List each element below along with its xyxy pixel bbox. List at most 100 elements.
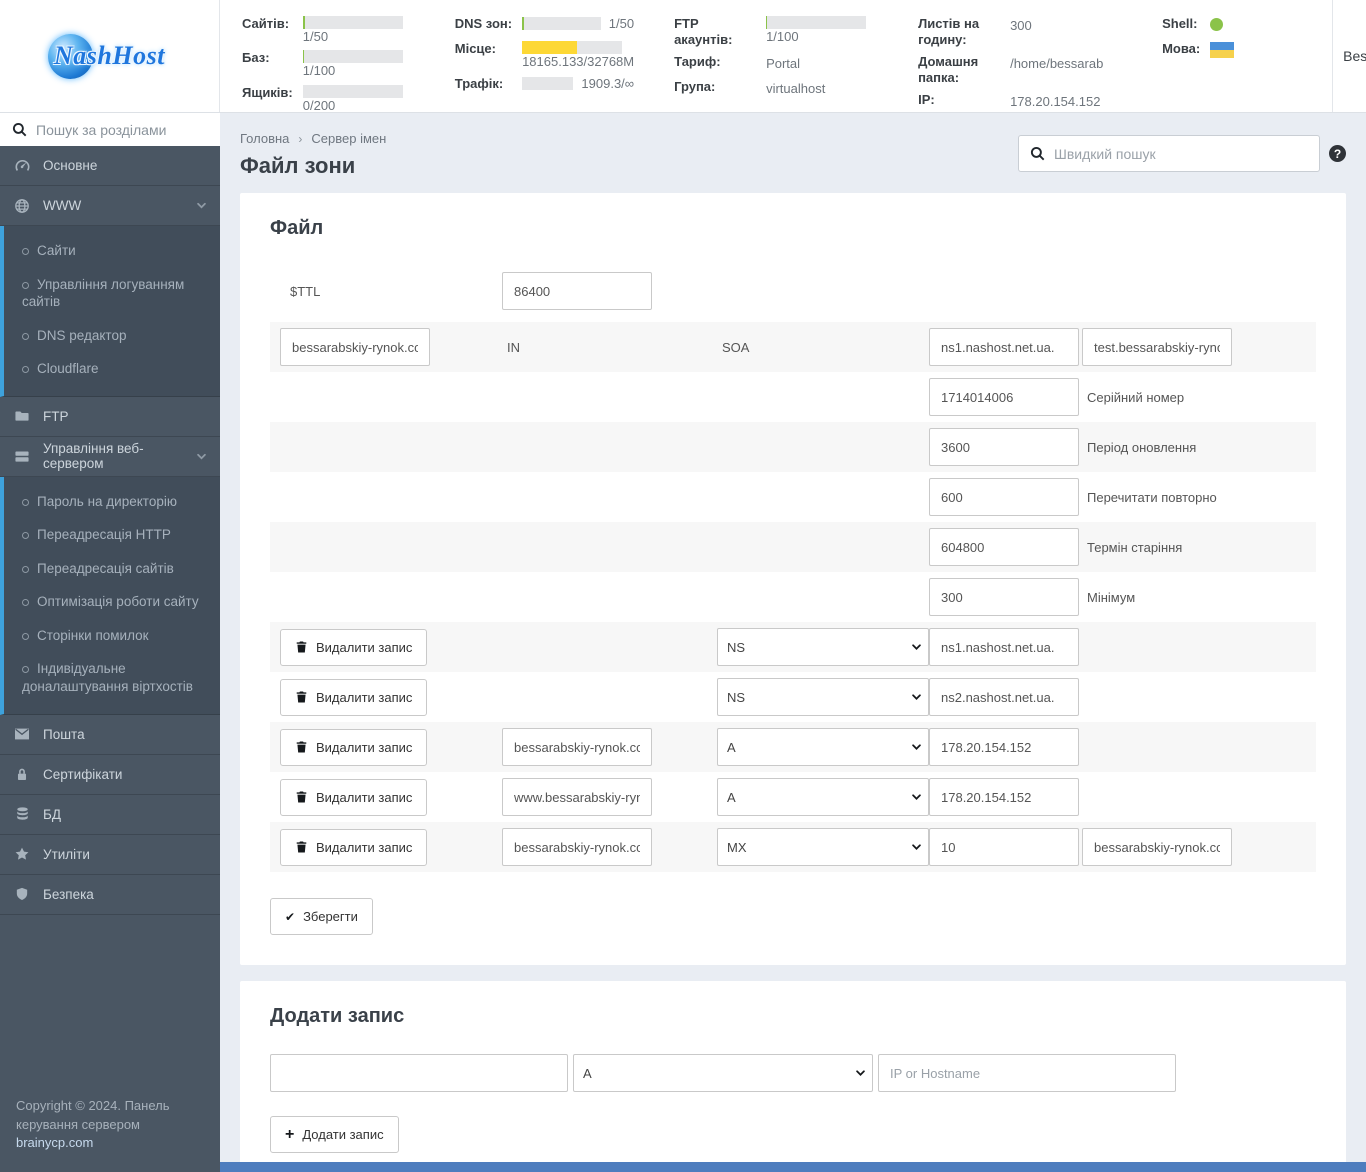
soa-param-input[interactable]: [929, 378, 1079, 416]
circle-bullet-icon: [22, 532, 29, 540]
record-extra-input[interactable]: [1082, 828, 1232, 866]
record-value-input[interactable]: [929, 628, 1079, 666]
soa-param-label: Мінімум: [1087, 589, 1136, 605]
delete-record-button[interactable]: Видалити запис: [280, 678, 428, 716]
record-value-input[interactable]: [929, 678, 1079, 716]
sidebar-item-security[interactable]: Безпека: [0, 875, 220, 915]
record-type-select[interactable]: NSAMX: [717, 728, 929, 766]
record-type-select[interactable]: NSAMX: [717, 678, 929, 716]
soa-admin-input[interactable]: [1082, 328, 1232, 366]
record-value-input[interactable]: [929, 828, 1079, 866]
progress-bar: [302, 84, 403, 98]
table-cell: Видалити запис: [280, 828, 502, 866]
circle-bullet-icon: [22, 632, 29, 640]
zone-record-row: Період оновлення: [270, 422, 1316, 472]
quick-search-input[interactable]: [1054, 145, 1308, 162]
stat-label: Shell:: [1162, 16, 1198, 31]
table-cell: [1082, 328, 1306, 366]
soa-name-input[interactable]: [280, 328, 430, 366]
sidebar-subitem[interactable]: Індивідуальне доналаштування віртхостів: [4, 652, 220, 703]
delete-record-button[interactable]: Видалити запис: [280, 778, 428, 816]
record-type-select[interactable]: NSAMX: [717, 628, 929, 666]
logo[interactable]: NashHost: [0, 0, 220, 112]
add-record-form: NSAMX: [270, 1054, 1316, 1092]
stat-label: Місце:: [454, 41, 496, 56]
new-record-name-input[interactable]: [270, 1054, 568, 1092]
horizontal-scrollbar[interactable]: [220, 1162, 1366, 1172]
table-cell: [1082, 828, 1306, 866]
record-name-input[interactable]: [502, 728, 652, 766]
soa-param-input[interactable]: [929, 528, 1079, 566]
sidebar-subitem[interactable]: Переадресація HTTP: [4, 518, 220, 552]
mail-icon: [13, 727, 31, 741]
sidebar-item-main[interactable]: Основне: [0, 146, 220, 186]
soa-param-label: Серійний номер: [1087, 389, 1185, 405]
soa-param-input[interactable]: [929, 428, 1079, 466]
sidebar-subitem[interactable]: Cloudflare: [4, 352, 220, 386]
sidebar-subitem[interactable]: Переадресація сайтів: [4, 552, 220, 586]
save-button[interactable]: ✔ Зберегти: [270, 898, 373, 935]
ttl-row: $TTL: [270, 266, 1316, 316]
sidebar-subitem[interactable]: Оптимізація роботи сайту: [4, 585, 220, 619]
soa-param-input[interactable]: [929, 478, 1079, 516]
record-type-select[interactable]: NSAMX: [717, 828, 929, 866]
record-value-input[interactable]: [929, 728, 1079, 766]
stat-label: FTP акаунтів:: [674, 16, 733, 47]
record-name-input[interactable]: [502, 778, 652, 816]
sidebar-item-label: Основне: [43, 158, 98, 173]
sidebar-subitem[interactable]: DNS редактор: [4, 319, 220, 353]
sidebar-item-db[interactable]: БД: [0, 795, 220, 835]
sidebar-item-ftp[interactable]: FTP: [0, 397, 220, 437]
help-icon[interactable]: ?: [1329, 145, 1346, 162]
stat-value: [1210, 41, 1322, 61]
sidebar-subitem[interactable]: Сторінки помилок: [4, 619, 220, 653]
ukraine-flag-icon[interactable]: [1210, 42, 1235, 58]
add-record-button[interactable]: + Додати запис: [270, 1116, 399, 1153]
soa-primary-ns-input[interactable]: [929, 328, 1079, 366]
ttl-input[interactable]: [502, 272, 652, 310]
table-cell: NSAMX: [717, 678, 929, 716]
new-record-type-select[interactable]: NSAMX: [573, 1054, 873, 1092]
sidebar-item-utilities[interactable]: Утиліти: [0, 835, 220, 875]
sidebar-item-mail[interactable]: Пошта: [0, 715, 220, 755]
table-cell: [929, 578, 1082, 616]
globe-icon: [13, 198, 31, 214]
sidebar-item-label: БД: [43, 806, 62, 822]
save-button-label: Зберегти: [303, 909, 358, 924]
table-cell: [929, 328, 1082, 366]
sidebar-subitem-label: Cloudflare: [37, 361, 99, 377]
sidebar-subitem[interactable]: Управління логуванням сайтів: [4, 268, 220, 319]
table-cell: [929, 478, 1082, 516]
record-name-input[interactable]: [502, 828, 652, 866]
sidebar-item-www[interactable]: WWW: [0, 186, 220, 226]
user-menu[interactable]: Bessarab: [1332, 0, 1366, 112]
breadcrumb-home-link[interactable]: Головна: [240, 131, 289, 146]
record-type-text: SOA: [717, 340, 929, 355]
delete-record-button[interactable]: Видалити запис: [280, 728, 428, 766]
brainycp-link[interactable]: brainycp.com: [16, 1135, 93, 1150]
breadcrumb-current: Сервер імен: [311, 131, 387, 146]
soa-param-input[interactable]: [929, 578, 1079, 616]
zone-record-row: Видалити запис NSAMX: [270, 822, 1316, 872]
circle-bullet-icon: [22, 498, 29, 506]
delete-record-button[interactable]: Видалити запис: [280, 628, 428, 666]
record-type-select[interactable]: NSAMX: [717, 778, 929, 816]
record-value-input[interactable]: [929, 778, 1079, 816]
chevron-down-icon: [196, 451, 207, 462]
record-type-select-wrap: NSAMX: [717, 628, 929, 666]
new-record-value-input[interactable]: [878, 1054, 1176, 1092]
lock-icon: [13, 767, 31, 782]
sidebar-search-input[interactable]: [36, 121, 208, 138]
stat-value-text: 1/50: [608, 16, 635, 31]
table-cell: [502, 728, 717, 766]
sidebar-item-webserver[interactable]: Управління веб-сервером: [0, 437, 220, 477]
stat-group: Shell: Мова:: [1162, 16, 1322, 112]
sidebar-subitem[interactable]: Сайти: [4, 234, 220, 268]
delete-record-button[interactable]: Видалити запис: [280, 828, 428, 866]
stat-value: 1909.3/∞: [522, 76, 634, 94]
zone-record-row: Видалити запис NSAMX: [270, 772, 1316, 822]
stat-value: 300: [1010, 16, 1122, 47]
chevron-down-icon: [196, 200, 207, 211]
sidebar-item-certificates[interactable]: Сертифікати: [0, 755, 220, 795]
sidebar-subitem[interactable]: Пароль на директорію: [4, 485, 220, 519]
